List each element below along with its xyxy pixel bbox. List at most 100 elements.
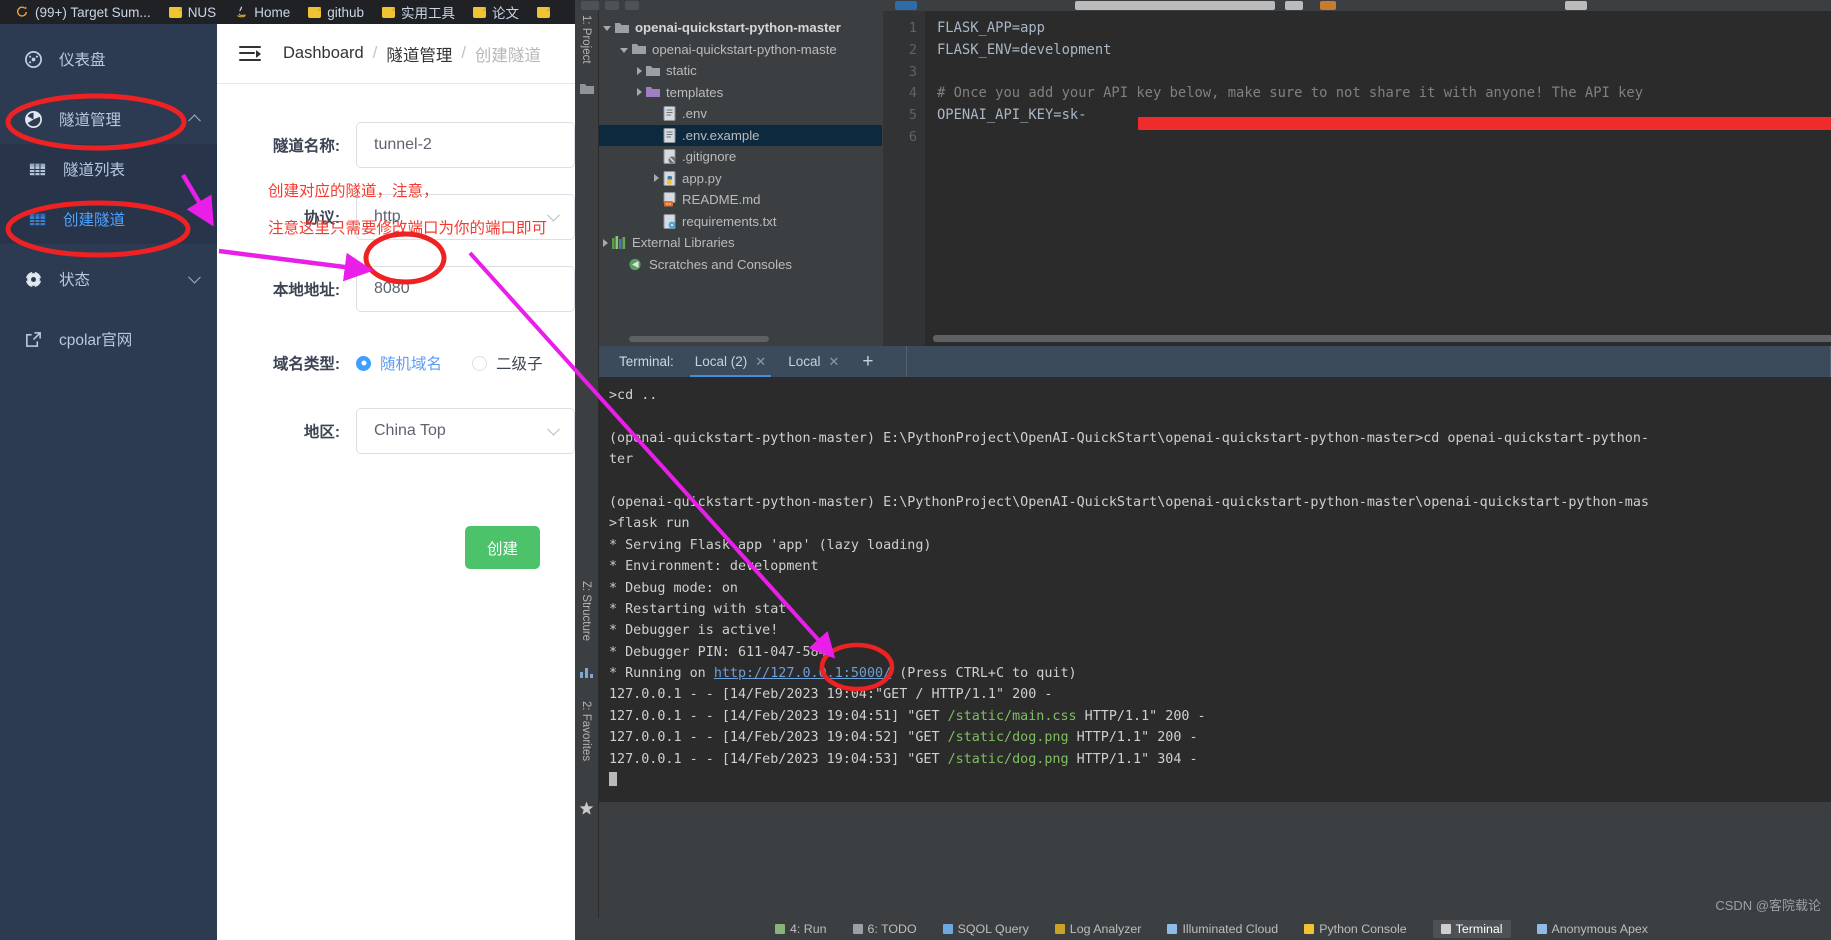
select-region[interactable]: China Top (356, 408, 575, 454)
sidebar-item-dashboard[interactable]: 仪表盘 (0, 34, 217, 84)
project-horizontal-scrollbar[interactable] (629, 336, 769, 342)
terminal-tab-bar: Terminal: Local (2) ✕ Local ✕ + (599, 346, 1831, 377)
toolbar-chip-active[interactable] (895, 1, 917, 10)
chevron-up-icon[interactable] (188, 114, 201, 128)
status-bar-item[interactable]: 4: Run (775, 922, 827, 936)
chevron-down-icon[interactable] (603, 26, 611, 32)
chevron-right-icon[interactable] (637, 88, 642, 97)
bookmark-item-0[interactable]: (99+) Target Sum... (6, 1, 160, 23)
toolbar-chip[interactable] (1565, 1, 1587, 10)
terminal-url-link[interactable]: http://127.0.0.1:5000/ (714, 666, 891, 681)
status-bar-item[interactable]: Terminal (1432, 920, 1511, 938)
folder-icon (168, 6, 182, 18)
sidebar-item-tunnel-list[interactable]: 隧道列表 (0, 144, 217, 194)
chevron-down-icon[interactable] (620, 47, 628, 53)
terminal-cursor (609, 770, 1831, 791)
chevron-down-icon[interactable] (188, 270, 201, 284)
toolbar-chip[interactable] (625, 1, 639, 10)
breadcrumb-root[interactable]: Dashboard (283, 44, 364, 63)
tool-window-favorites-label[interactable]: 2: Favorites (580, 701, 592, 761)
chevron-right-icon[interactable] (637, 66, 642, 75)
input-local-address-value: 8080 (374, 280, 410, 297)
project-tree-row[interactable]: static (599, 60, 882, 82)
new-terminal-tab-button[interactable]: + (850, 352, 885, 371)
ide-toolbar (575, 0, 1831, 11)
bookmark-item-5[interactable]: 论文 (464, 1, 528, 23)
project-tree-label: README.md (682, 192, 761, 208)
terminal-icon (1440, 924, 1451, 934)
project-tree-row[interactable]: templates (599, 82, 882, 104)
console-icon (1304, 924, 1315, 934)
terminal-tab-local-2[interactable]: Local (2) ✕ (684, 346, 777, 377)
chevron-right-icon[interactable] (654, 174, 659, 183)
close-icon[interactable]: ✕ (755, 354, 766, 370)
form-row-local-address: 本地地址: 8080 (217, 266, 575, 312)
tool-window-project-label[interactable]: 1: Project (580, 15, 592, 64)
toolbar-chip-wide[interactable] (1075, 1, 1275, 10)
project-tree-row[interactable]: .env (599, 103, 882, 125)
radio-option-subdomain[interactable]: 二级子 (472, 352, 543, 374)
input-tunnel-name[interactable]: tunnel-2 (356, 122, 575, 168)
project-tree-row[interactable]: .gitignore (599, 146, 882, 168)
project-tree-row[interactable]: openai-quickstart-python-maste (599, 39, 882, 61)
status-bar-item[interactable]: Illuminated Cloud (1167, 922, 1278, 936)
form-row-tunnel-name: 隧道名称: tunnel-2 (217, 122, 575, 168)
editor-code-area[interactable]: FLASK_APP=app FLASK_ENV=development # Once… (925, 11, 1831, 346)
sidebar-item-tunnel-management[interactable]: 隧道管理 (0, 94, 217, 144)
close-icon[interactable]: ✕ (828, 354, 839, 370)
cloud-icon (1167, 924, 1178, 934)
project-tree-row[interactable]: External Libraries (599, 232, 882, 254)
toolbar-chip[interactable] (1285, 1, 1303, 10)
editor-code-line (937, 127, 1831, 149)
project-tree-row[interactable]: .env.example (599, 124, 882, 146)
annotation-text-line2: 注意这里只需要修改端口为你的端口即可 (268, 220, 548, 237)
tool-window-structure-label[interactable]: Z: Structure (580, 581, 592, 641)
java-icon (237, 6, 246, 18)
terminal-output[interactable]: >cd .. (openai-quickstart-python-master) … (599, 377, 1831, 802)
terminal-text: 127.0.0.1 - - [14/Feb/2023 19:04: (609, 687, 876, 703)
radio-option-random-domain[interactable]: 随机域名 (356, 352, 442, 374)
create-tunnel-button[interactable]: 创建 (465, 526, 540, 569)
status-bar-item[interactable]: Anonymous Apex (1536, 922, 1648, 936)
folder-icon (473, 6, 487, 18)
star-icon[interactable] (579, 801, 594, 816)
tunnel-icon (25, 110, 42, 128)
menu-collapse-icon[interactable] (239, 45, 261, 62)
bookmark-item-3[interactable]: github (299, 1, 373, 23)
status-bar-item[interactable]: SQOL Query (942, 922, 1029, 936)
toolbar-chip[interactable] (581, 1, 599, 10)
svg-text:<>: <> (666, 202, 672, 208)
editor-code-line: FLASK_ENV=development (937, 41, 1112, 58)
status-icon (24, 270, 43, 288)
project-tree-label: templates (666, 84, 724, 100)
chevron-right-icon[interactable] (603, 238, 608, 247)
status-bar-item[interactable]: Log Analyzer (1054, 922, 1141, 936)
sidebar-item-create-tunnel[interactable]: 创建隧道 (0, 194, 217, 244)
project-tree-row[interactable]: openai-quickstart-python-master (599, 17, 882, 39)
label-tunnel-name: 隧道名称: (272, 138, 340, 155)
sidebar-item-status[interactable]: 状态 (0, 254, 217, 304)
project-tree-row[interactable]: app.py (599, 168, 882, 190)
input-local-address[interactable]: 8080 (356, 266, 575, 312)
project-tree-row[interactable]: Scratches and Consoles (599, 254, 882, 276)
terminal-tab-local[interactable]: Local ✕ (777, 346, 850, 377)
folder-icon (646, 65, 660, 77)
bookmark-item-2[interactable]: Home (225, 1, 299, 23)
status-bar-item[interactable]: Python Console (1304, 922, 1407, 936)
bookmark-item-6[interactable] (528, 1, 565, 23)
terminal-text: "GET / HTTP/1.1" 200 - (875, 687, 1053, 703)
bookmark-item-1[interactable]: NUS (160, 1, 226, 23)
toolbar-chip[interactable] (605, 1, 619, 10)
breadcrumb-level1[interactable]: 隧道管理 (386, 42, 452, 66)
project-tree-row[interactable]: requirements.txt (599, 211, 882, 233)
editor-horizontal-scrollbar[interactable] (933, 335, 1831, 342)
toolbar-chip-run[interactable] (1320, 1, 1336, 10)
bookmark-item-4[interactable]: 实用工具 (373, 1, 464, 23)
cpolar-main-panel: Dashboard / 隧道管理 / 创建隧道 隧道名称: tunnel-2 协… (217, 24, 575, 940)
status-bar-item[interactable]: 6: TODO (852, 922, 917, 936)
project-tree-row[interactable]: <> README.md (599, 189, 882, 211)
bookmark-label: Home (254, 4, 291, 20)
env-file-icon (663, 127, 676, 143)
sidebar-item-cpolar-website[interactable]: cpolar官网 (0, 314, 217, 364)
